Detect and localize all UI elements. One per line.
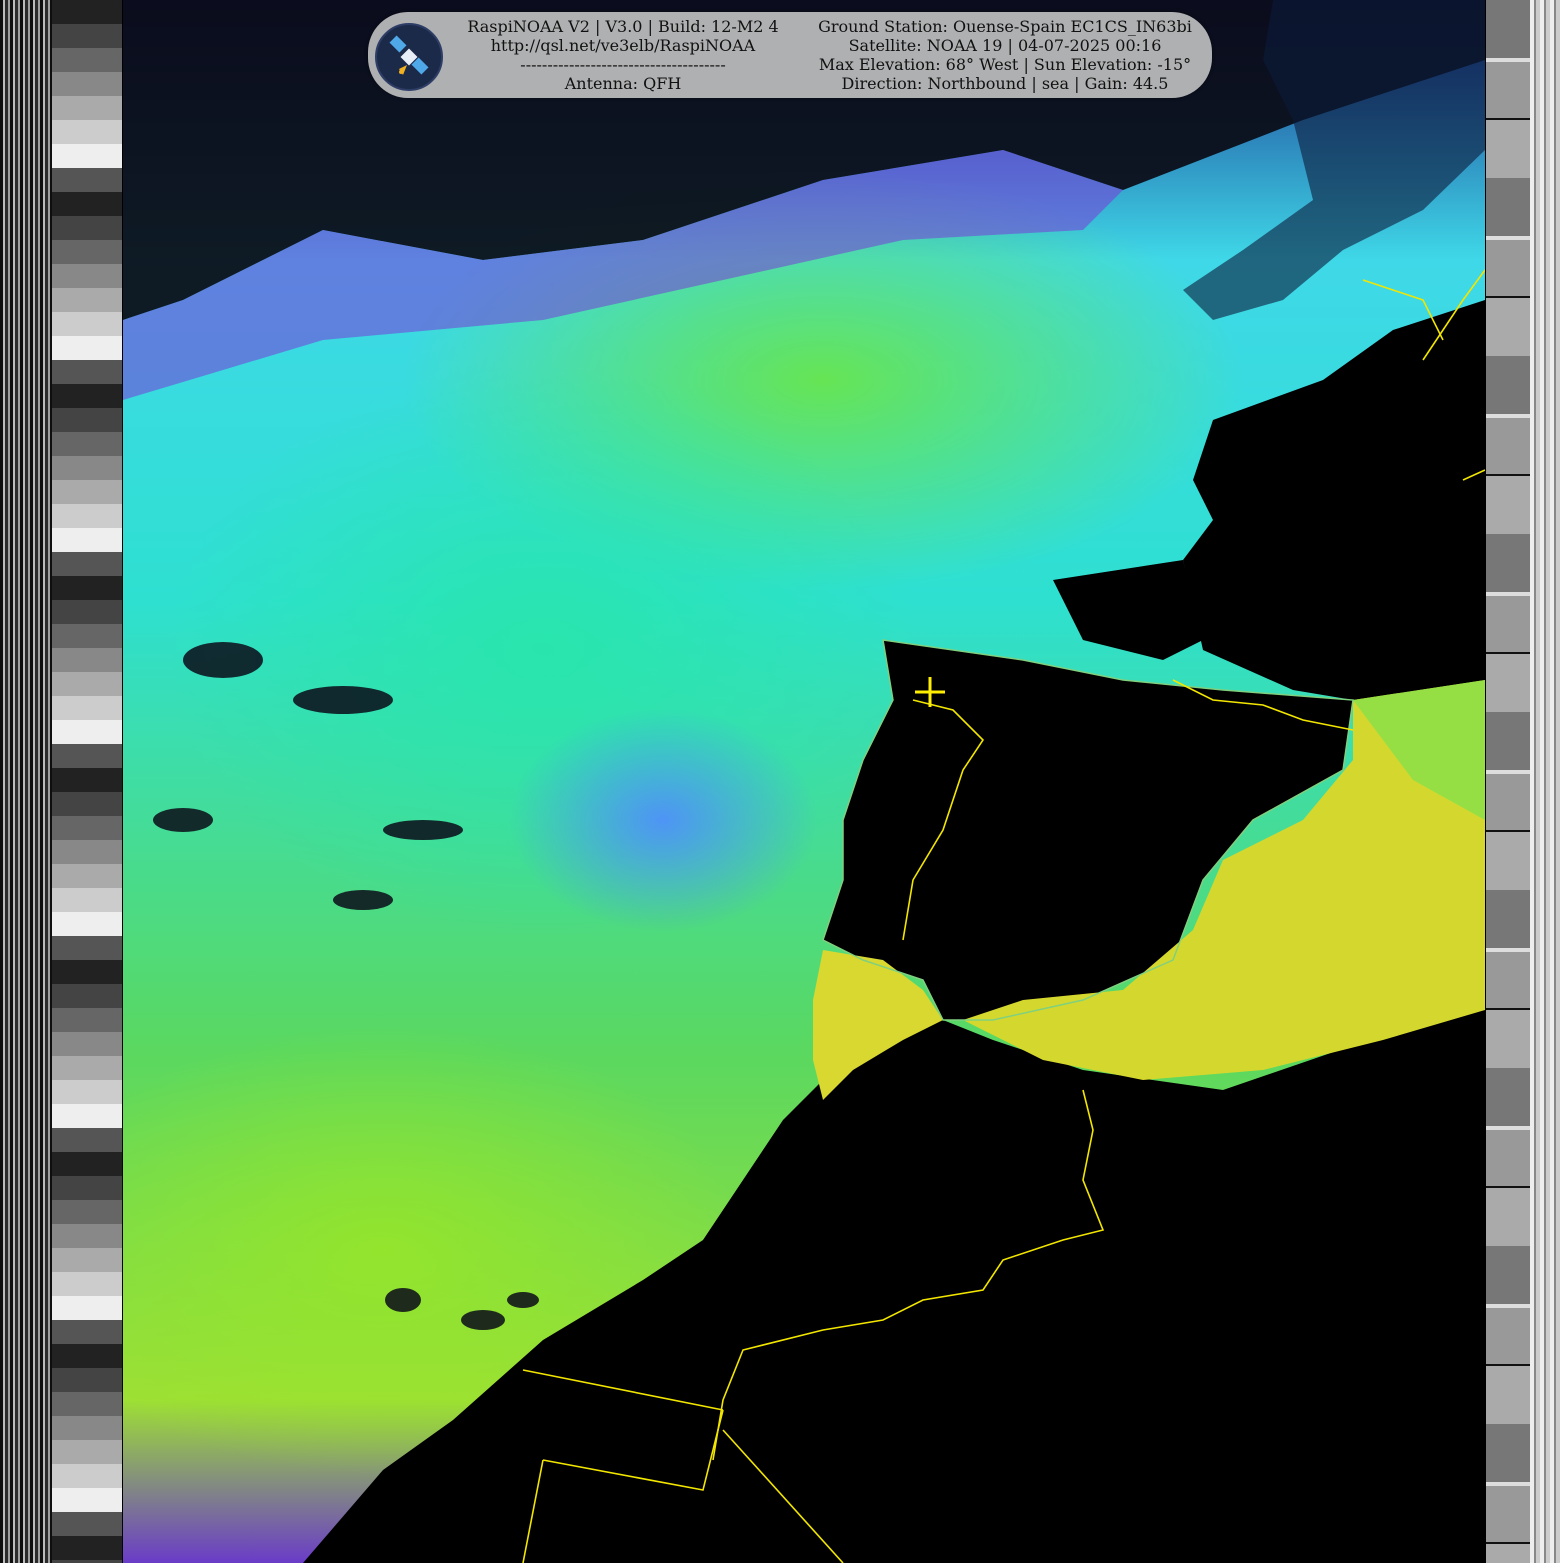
antenna-text: Antenna: QFH <box>564 74 682 93</box>
satellite-image-frame: RaspiNOAA V2 | V3.0 | Build: 12-M2 4 htt… <box>0 0 1560 1563</box>
sync-strip-left <box>0 0 52 1563</box>
pass-info-header: RaspiNOAA V2 | V3.0 | Build: 12-M2 4 htt… <box>368 12 1212 98</box>
project-url-text: http://qsl.net/ve3elb/RaspiNOAA <box>490 36 756 55</box>
biscay-dark <box>1053 560 1203 660</box>
crosshair-icon <box>915 677 945 707</box>
cloud-streaks <box>153 642 539 1330</box>
telemetry-strip-right <box>1486 0 1530 1563</box>
satellite-image <box>123 0 1485 1563</box>
divider-text: -------------------------------------- <box>520 55 726 74</box>
direction-text: Direction: Northbound | sea | Gain: 44.5 <box>841 74 1169 93</box>
north-africa-land <box>303 1000 1485 1563</box>
app-version-text: RaspiNOAA V2 | V3.0 | Build: 12-M2 4 <box>467 17 779 36</box>
map-overlay <box>123 0 1485 1563</box>
info-column-right: Ground Station: Ouense-Spain EC1CS_IN63b… <box>808 17 1202 93</box>
sync-strip-right <box>1530 0 1560 1563</box>
satellite-text: Satellite: NOAA 19 | 04-07-2025 00:16 <box>848 36 1162 55</box>
info-column-left: RaspiNOAA V2 | V3.0 | Build: 12-M2 4 htt… <box>458 17 788 93</box>
telemetry-strip-left <box>52 0 122 1563</box>
elevation-text: Max Elevation: 68° West | Sun Elevation:… <box>818 55 1192 74</box>
ground-station-text: Ground Station: Ouense-Spain EC1CS_IN63b… <box>818 17 1192 36</box>
satellite-logo-icon <box>375 23 443 91</box>
